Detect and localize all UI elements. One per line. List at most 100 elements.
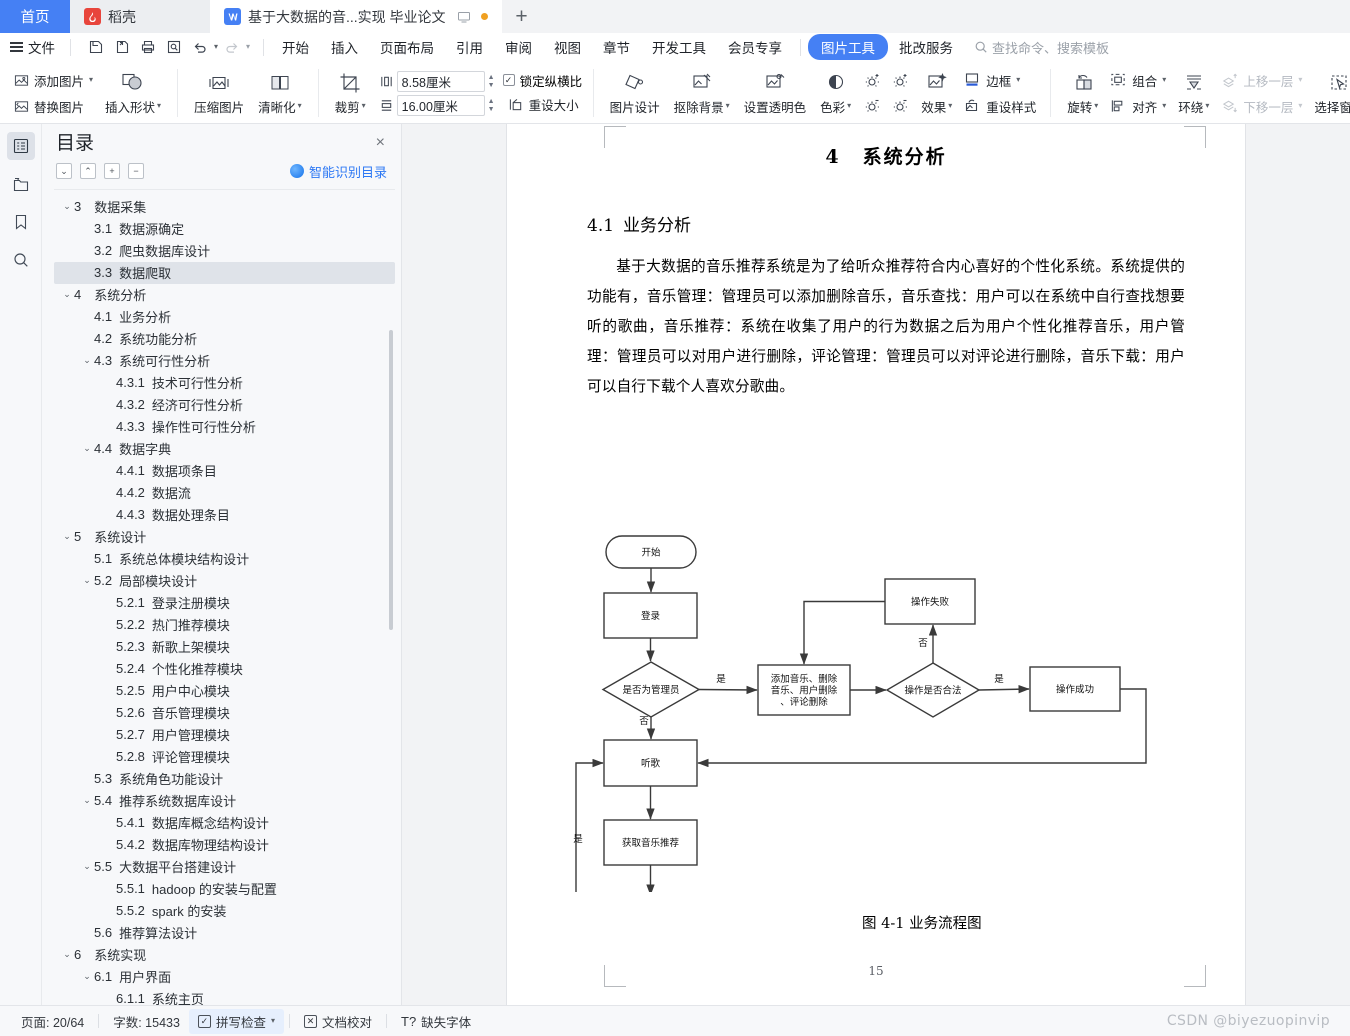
outline-item[interactable]: 4.4.2 数据流 bbox=[54, 482, 395, 504]
rail-outline-icon[interactable] bbox=[6, 132, 35, 160]
close-icon[interactable]: × bbox=[374, 133, 387, 153]
picture-width-input[interactable]: 8.58厘米 bbox=[396, 70, 485, 92]
outline-item[interactable]: 4.4.1 数据项条目 bbox=[54, 460, 395, 482]
outline-item[interactable]: 5.2.4 个性化推荐模块 bbox=[54, 658, 395, 680]
color-button[interactable]: 色彩 ▾ bbox=[813, 63, 858, 123]
status-missing-font[interactable]: T? 缺失字体 bbox=[392, 1009, 480, 1034]
decrease-contrast-button[interactable] bbox=[886, 95, 914, 117]
outline-item[interactable]: 4.3.1 技术可行性分析 bbox=[54, 372, 395, 394]
chevron-down-icon[interactable]: ▾ bbox=[271, 1017, 275, 1025]
undo-dropdown-caret[interactable]: ▾ bbox=[214, 43, 218, 51]
chevron-down-icon[interactable]: ⌄ bbox=[80, 575, 94, 586]
outline-item[interactable]: 5.4.1 数据库概念结构设计 bbox=[54, 812, 395, 834]
insert-shape-button[interactable]: 插入形状 ▾ bbox=[98, 63, 168, 123]
outline-item[interactable]: 5.2.3 新歌上架模块 bbox=[54, 636, 395, 658]
selection-pane-button[interactable]: 选择窗格 bbox=[1307, 63, 1350, 123]
status-page-indicator[interactable]: 页面: 20/64 bbox=[12, 1009, 93, 1034]
reset-size-button[interactable]: 重设大小 bbox=[503, 93, 584, 116]
expand-all-button[interactable]: + bbox=[104, 163, 120, 180]
lock-aspect-ratio-checkbox[interactable]: ✓ 锁定纵横比 bbox=[502, 71, 584, 90]
status-spellcheck[interactable]: ✓ 拼写检查 ▾ bbox=[188, 1008, 284, 1034]
menu-tab-picture-tools[interactable]: 图片工具 bbox=[808, 34, 889, 60]
outline-item[interactable]: ⌄ 5.5 大数据平台搭建设计 bbox=[54, 856, 395, 878]
menu-tab-chapter[interactable]: 章节 bbox=[592, 34, 641, 60]
outline-item[interactable]: 6.1.1 系统主页 bbox=[54, 988, 395, 1005]
chevron-down-icon[interactable]: ▾ bbox=[1298, 76, 1302, 84]
effects-button[interactable]: 效果 ▾ bbox=[914, 63, 959, 123]
outline-item[interactable]: ⌄ 6 系统实现 bbox=[54, 944, 395, 966]
undo-icon[interactable] bbox=[188, 36, 212, 58]
chevron-down-icon[interactable]: ⌄ bbox=[80, 355, 94, 366]
menu-tab-correction-service[interactable]: 批改服务 bbox=[888, 34, 964, 60]
smart-outline-button[interactable]: 智能识别目录 bbox=[289, 162, 387, 181]
menu-tab-page-layout[interactable]: 页面布局 bbox=[369, 34, 445, 60]
print-preview-icon[interactable] bbox=[162, 36, 186, 58]
outline-item[interactable]: 4.2 系统功能分析 bbox=[54, 328, 395, 350]
command-search[interactable]: 查找命令、搜索模板 bbox=[974, 38, 1109, 57]
rail-thumbnail-icon[interactable] bbox=[7, 170, 35, 198]
add-picture-button[interactable]: 添加图片 ▾ bbox=[9, 69, 98, 92]
chevron-down-icon[interactable]: ⌄ bbox=[80, 971, 94, 982]
chevron-down-icon[interactable]: ⌄ bbox=[80, 861, 94, 872]
reset-style-button[interactable]: 重设样式 bbox=[959, 95, 1041, 118]
picture-design-button[interactable]: 图片设计 bbox=[603, 63, 667, 123]
screen-share-icon[interactable] bbox=[457, 10, 471, 24]
outline-item[interactable]: 5.6 推荐算法设计 bbox=[54, 922, 395, 944]
chevron-down-icon[interactable]: ▾ bbox=[362, 102, 366, 110]
increase-brightness-button[interactable] bbox=[858, 70, 886, 92]
outline-item[interactable]: ⌄ 5 系统设计 bbox=[54, 526, 395, 548]
menu-tab-references[interactable]: 引用 bbox=[445, 34, 494, 60]
compress-picture-button[interactable]: 压缩图片 bbox=[187, 63, 251, 123]
status-word-count[interactable]: 字数: 15433 bbox=[104, 1009, 189, 1034]
chevron-down-icon[interactable]: ⌄ bbox=[60, 201, 74, 212]
outline-item[interactable]: 3.2 爬虫数据库设计 bbox=[54, 240, 395, 262]
set-transparent-color-button[interactable]: 设置透明色 bbox=[737, 63, 814, 123]
file-menu-button[interactable]: 文件 bbox=[6, 37, 63, 57]
outline-item[interactable]: ⌄ 5.4 推荐系统数据库设计 bbox=[54, 790, 395, 812]
width-stepper[interactable]: ▲ ▼ bbox=[488, 74, 495, 89]
send-backward-button[interactable]: 下移一层 ▾ bbox=[1216, 95, 1307, 118]
chevron-down-icon[interactable]: ▾ bbox=[948, 102, 952, 110]
menu-tab-insert[interactable]: 插入 bbox=[320, 34, 369, 60]
menu-tab-developer[interactable]: 开发工具 bbox=[641, 34, 717, 60]
chevron-down-icon[interactable]: ▾ bbox=[1298, 102, 1302, 110]
chevron-down-icon[interactable]: ▾ bbox=[298, 102, 302, 110]
tab-home[interactable]: 首页 bbox=[0, 0, 70, 33]
outline-item[interactable]: ⌄ 3 数据采集 bbox=[54, 196, 395, 218]
outline-item[interactable]: 4.4.3 数据处理条目 bbox=[54, 504, 395, 526]
outline-item[interactable]: 5.2.5 用户中心模块 bbox=[54, 680, 395, 702]
collapse-all-button[interactable]: − bbox=[128, 163, 144, 180]
outline-item[interactable]: 5.1 系统总体模块结构设计 bbox=[54, 548, 395, 570]
increase-contrast-button[interactable] bbox=[886, 70, 914, 92]
height-stepper[interactable]: ▲ ▼ bbox=[488, 98, 495, 113]
picture-height-field[interactable]: 16.00厘米 ▲ ▼ bbox=[379, 94, 495, 116]
outline-item[interactable]: 4.3.2 经济可行性分析 bbox=[54, 394, 395, 416]
menu-tab-start[interactable]: 开始 bbox=[271, 34, 320, 60]
outline-scrollbar[interactable] bbox=[389, 329, 393, 630]
align-button[interactable]: 对齐 ▾ bbox=[1105, 95, 1171, 118]
chevron-down-icon[interactable]: ▾ bbox=[847, 102, 851, 110]
document-page[interactable]: 4 系统分析 4.1 业务分析 基于大数据的音乐推荐系统是为了给听众推荐符合内心喜好… bbox=[507, 124, 1245, 1005]
menu-tab-review[interactable]: 审阅 bbox=[494, 34, 543, 60]
tab-docer[interactable]: 稻壳 bbox=[70, 0, 210, 33]
outline-item[interactable]: 4.1 业务分析 bbox=[54, 306, 395, 328]
rail-search-icon[interactable] bbox=[7, 246, 35, 274]
wrap-text-button[interactable]: 环绕 ▾ bbox=[1171, 63, 1216, 123]
chevron-down-icon[interactable]: ⌄ bbox=[80, 443, 94, 454]
save-as-icon[interactable] bbox=[110, 36, 134, 58]
rotate-button[interactable]: 旋转 ▾ bbox=[1060, 63, 1105, 123]
outline-item[interactable]: 3.3 数据爬取 bbox=[54, 261, 395, 284]
expand-down-button[interactable]: ⌄ bbox=[56, 163, 72, 180]
chevron-down-icon[interactable]: ▾ bbox=[1162, 102, 1166, 110]
outline-item[interactable]: ⌄ 5.2 局部模块设计 bbox=[54, 570, 395, 592]
menu-tab-view[interactable]: 视图 bbox=[543, 34, 592, 60]
outline-item[interactable]: 5.5.2 spark 的安装 bbox=[54, 900, 395, 922]
outline-item[interactable]: 3.1 数据源确定 bbox=[54, 218, 395, 240]
print-icon[interactable] bbox=[136, 36, 160, 58]
tab-document[interactable]: 基于大数据的音...实现 毕业论文 bbox=[210, 0, 502, 33]
outline-item[interactable]: 5.3 系统角色功能设计 bbox=[54, 768, 395, 790]
chevron-down-icon[interactable]: ▾ bbox=[1094, 102, 1098, 110]
chevron-down-icon[interactable]: ▾ bbox=[89, 76, 93, 84]
outline-item[interactable]: 5.2.8 评论管理模块 bbox=[54, 746, 395, 768]
chevron-down-icon[interactable]: ⌄ bbox=[60, 531, 74, 542]
